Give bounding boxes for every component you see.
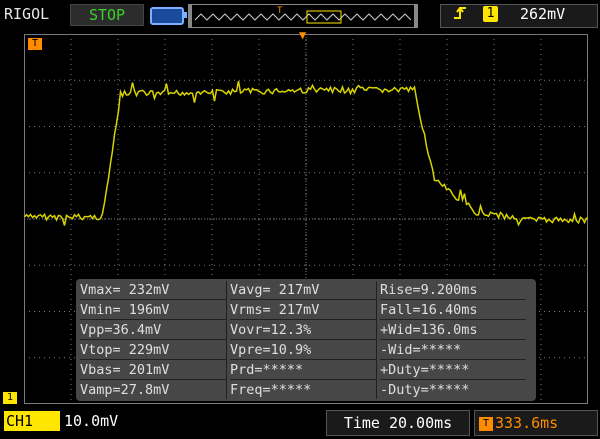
measurement-value: Vrms= 217mV: [230, 301, 376, 320]
measurement-value: Vmin= 196mV: [80, 301, 226, 320]
channel-1-badge[interactable]: CH1: [4, 411, 60, 431]
rising-edge-icon: [452, 5, 474, 25]
trigger-offset[interactable]: T 333.6ms: [474, 410, 598, 436]
measurement-value: -Wid=*****: [380, 341, 526, 360]
measurement-value: Vmax= 232mV: [80, 281, 226, 300]
channel-ground-marker: 1: [3, 392, 17, 404]
svg-text:T: T: [277, 6, 283, 16]
trigger-source-badge: 1: [483, 6, 498, 22]
measurement-value: Prd=*****: [230, 361, 376, 380]
measurement-value: Rise=9.200ms: [380, 281, 526, 300]
trigger-level-marker: T: [28, 38, 42, 50]
measurement-panel: Vmax= 232mV Vavg= 217mV Rise=9.200ms Vmin= …: [76, 279, 536, 401]
memory-depth-icon: [150, 7, 187, 25]
trigger-level: 262mV: [520, 5, 566, 23]
waveform-memory-overview: T: [188, 4, 418, 28]
waveform-trace: [24, 80, 588, 227]
measurement-value: Fall=16.40ms: [380, 301, 526, 320]
measurement-value: +Wid=136.0ms: [380, 321, 526, 340]
measurement-value: Freq=*****: [230, 382, 312, 398]
measurement-value: +Duty=*****: [380, 361, 526, 380]
measurement-value: Vamp=27.8mV: [80, 382, 170, 398]
timebase[interactable]: Time 20.00ms: [326, 410, 470, 436]
measurement-value: Vovr=12.3%: [230, 321, 376, 340]
brand-logo: RIGOL: [4, 5, 50, 23]
measurement-value: Vpp=36.4mV: [80, 321, 226, 340]
run-stop-indicator[interactable]: STOP: [70, 4, 144, 26]
trigger-offset-value: 333.6ms: [495, 414, 559, 432]
measurement-divider: [376, 281, 377, 399]
measurement-value: Vpre=10.9%: [230, 341, 376, 360]
trigger-position-marker: ▼: [299, 28, 307, 42]
memory-overview-graphic: T: [189, 5, 417, 27]
channel-1-scale: 10.0mV: [64, 412, 119, 430]
measurement-value: Vbas= 201mV: [80, 361, 226, 380]
measurement-divider: [226, 281, 227, 399]
measurement-value: Vavg= 217mV: [230, 281, 376, 300]
measurement-value: Vtop= 229mV: [80, 341, 226, 360]
measurement-value: -Duty=*****: [380, 382, 470, 398]
trigger-offset-icon: T: [479, 416, 493, 431]
